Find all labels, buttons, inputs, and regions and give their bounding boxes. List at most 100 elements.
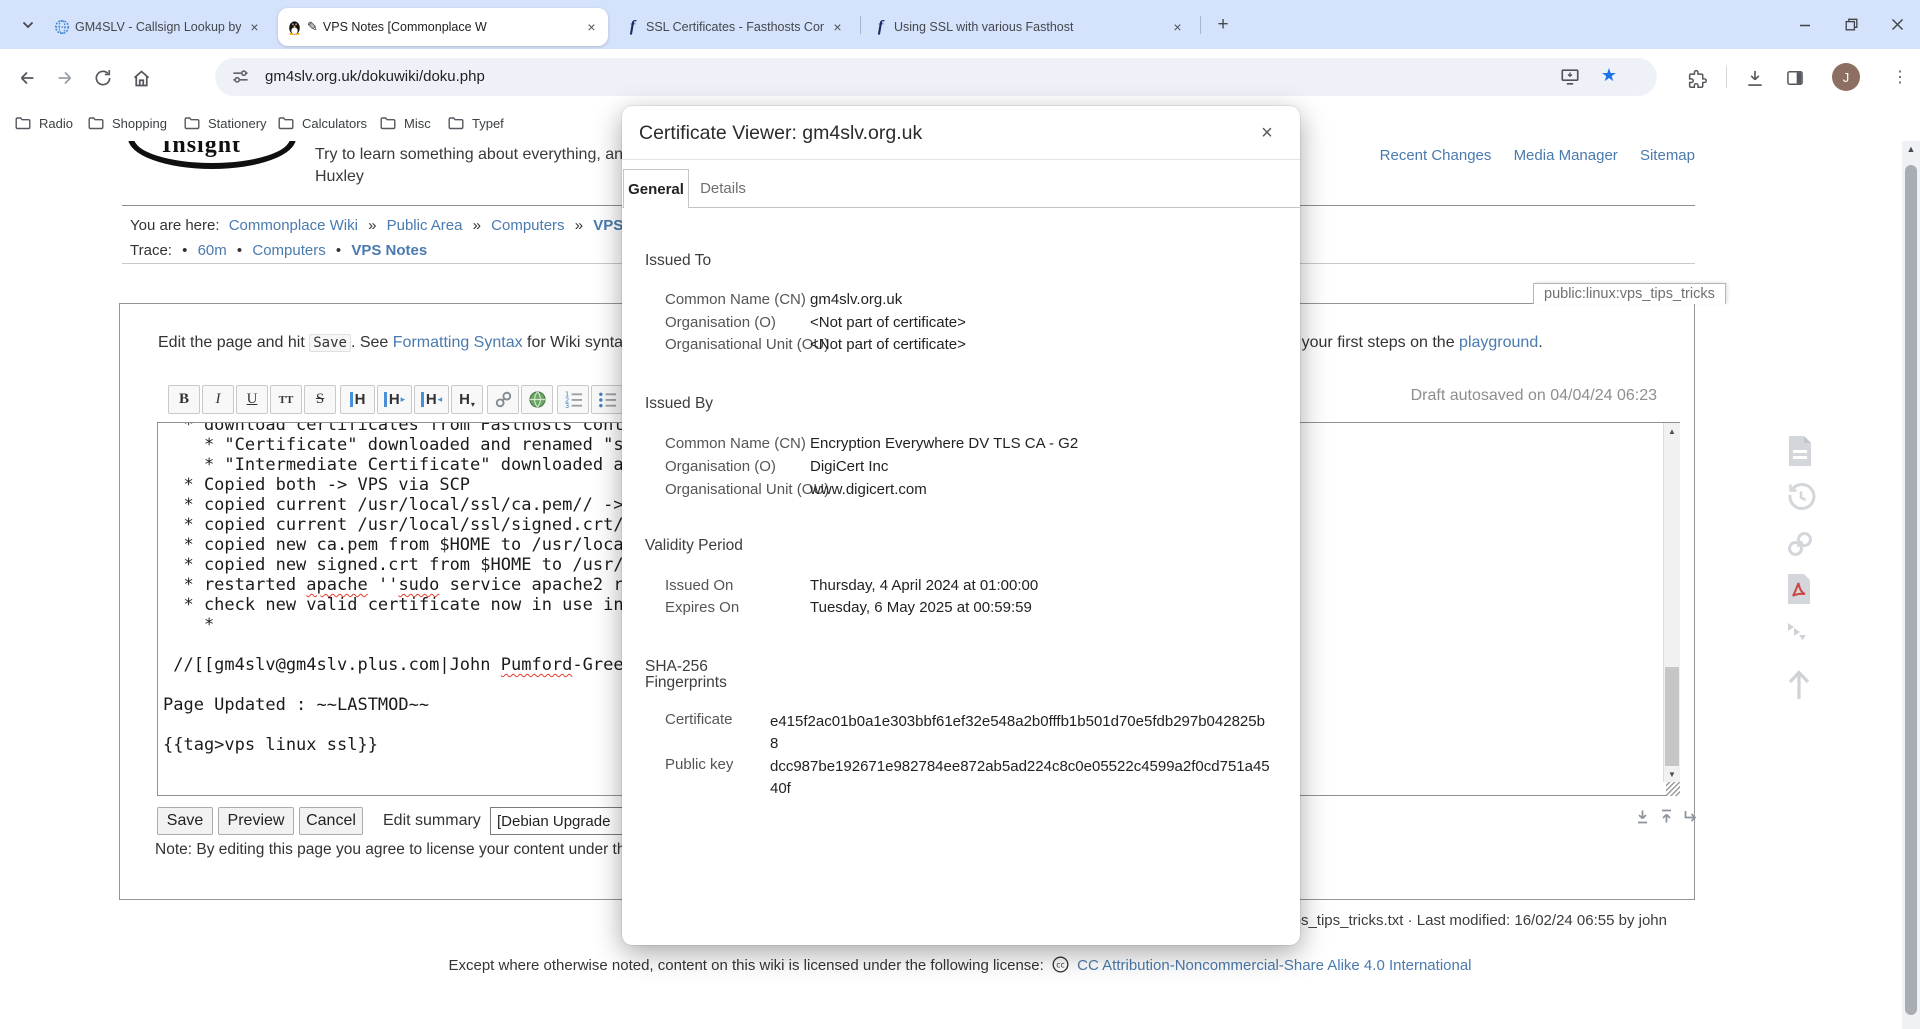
- tab-close-icon[interactable]: ×: [583, 19, 600, 36]
- trace-link[interactable]: 60m: [198, 242, 227, 259]
- headline-same-button[interactable]: H: [340, 385, 375, 414]
- dialog-close-icon[interactable]: ×: [1254, 120, 1280, 146]
- headline-lower-button[interactable]: H▸: [377, 385, 412, 414]
- cc-license-link[interactable]: CC Attribution-Noncommercial-Share Alike…: [1077, 957, 1471, 974]
- internal-link-button[interactable]: [487, 385, 519, 414]
- side-panel-icon[interactable]: [1780, 63, 1810, 93]
- folder-icon: [448, 116, 464, 130]
- home-button[interactable]: [126, 63, 156, 93]
- url-text[interactable]: gm4slv.org.uk/dokuwiki/doku.php: [265, 58, 485, 96]
- close-window-button[interactable]: [1874, 0, 1920, 49]
- breadcrumb-link[interactable]: Public Area: [387, 217, 463, 234]
- backlinks-icon[interactable]: [1786, 530, 1814, 563]
- trace-link[interactable]: Computers: [252, 242, 325, 259]
- tab-general[interactable]: General: [623, 169, 689, 208]
- cert-field-label: Organisation (O): [665, 458, 776, 475]
- bookmark-folder-calculators[interactable]: Calculators: [278, 112, 367, 134]
- trace-current[interactable]: VPS Notes: [351, 242, 427, 259]
- back-to-top-icon[interactable]: [1786, 668, 1812, 707]
- recent-changes-link[interactable]: Recent Changes: [1380, 147, 1492, 164]
- folder-icon: [380, 116, 396, 130]
- install-app-icon[interactable]: [1559, 67, 1581, 92]
- back-to-page-icon[interactable]: [1682, 808, 1702, 828]
- profile-avatar[interactable]: J: [1832, 63, 1860, 91]
- bookmark-folder-misc[interactable]: Misc: [380, 112, 431, 134]
- underline-button[interactable]: U: [236, 385, 268, 414]
- cert-field-value: dcc987be192671e982784ee872ab5ad224c8c0e0…: [770, 756, 1270, 800]
- tab-using-ssl[interactable]: f Using SSL with various Fasthost ×: [864, 8, 1194, 46]
- address-bar[interactable]: gm4slv.org.uk/dokuwiki/doku.php ★: [215, 58, 1657, 96]
- tab-strip: GM4SLV - Callsign Lookup by Q × ✎ VPS No…: [0, 0, 1920, 49]
- tab-title: SSL Certificates - Fasthosts Con: [646, 20, 824, 34]
- restore-button[interactable]: [1828, 0, 1874, 49]
- jump-to-top-icon[interactable]: [1658, 808, 1678, 828]
- monospace-button[interactable]: TT: [270, 385, 302, 414]
- new-tab-button[interactable]: +: [1210, 12, 1236, 38]
- tab-close-icon[interactable]: ×: [829, 19, 846, 36]
- toolbar-divider: [1726, 66, 1727, 88]
- bookmark-star-icon[interactable]: ★: [1601, 65, 1617, 86]
- scroll-down-icon[interactable]: ▼: [1664, 766, 1680, 782]
- browser-menu-kebab-icon[interactable]: ⋮: [1888, 63, 1912, 91]
- bookmark-label: Radio: [39, 116, 73, 131]
- preview-button[interactable]: Preview: [218, 807, 294, 835]
- headline-select-button[interactable]: H▾: [451, 385, 483, 414]
- dialog-title-divider: [622, 159, 1300, 160]
- cert-row: Public key dcc987be192671e982784ee872ab5…: [622, 756, 1300, 778]
- old-revisions-icon[interactable]: [1786, 482, 1816, 517]
- forward-button[interactable]: [50, 63, 80, 93]
- site-controls-icon[interactable]: [231, 67, 250, 91]
- cert-field-label: Organisational Unit (OU): [665, 481, 829, 498]
- show-page-icon[interactable]: [1786, 435, 1814, 472]
- bookmark-label: Misc: [404, 116, 431, 131]
- sitemap-link[interactable]: Sitemap: [1640, 147, 1695, 164]
- fasthosts-favicon-icon: f: [624, 19, 641, 36]
- scroll-up-icon[interactable]: ▲: [1664, 423, 1680, 439]
- tab-details[interactable]: Details: [692, 169, 754, 207]
- reload-button[interactable]: [88, 63, 118, 93]
- breadcrumb-link[interactable]: Commonplace Wiki: [229, 217, 358, 234]
- scrollbar-up-icon[interactable]: ▲: [1902, 144, 1920, 154]
- cert-row: Expires On Tuesday, 6 May 2025 at 00:59:…: [622, 599, 1300, 621]
- unordered-list-button[interactable]: [591, 385, 623, 414]
- textarea-resize-grip[interactable]: [1666, 782, 1680, 796]
- tab-gm4slv-callsign[interactable]: GM4SLV - Callsign Lookup by Q ×: [45, 8, 271, 46]
- back-button[interactable]: [12, 63, 42, 93]
- scrollbar-thumb[interactable]: [1905, 165, 1917, 1015]
- breadcrumb-link[interactable]: Computers: [491, 217, 564, 234]
- cert-field-label: Organisational Unit (OU): [665, 336, 829, 353]
- fasthosts-favicon-icon: f: [872, 19, 889, 36]
- formatting-syntax-link[interactable]: Formatting Syntax: [393, 334, 523, 351]
- bold-button[interactable]: B: [168, 385, 200, 414]
- tab-search-chevron-icon[interactable]: [14, 11, 42, 39]
- editor-scroll-thumb[interactable]: [1665, 667, 1679, 770]
- tab-vps-notes[interactable]: ✎ VPS Notes [Commonplace W ×: [278, 8, 608, 46]
- fold-unfold-icon[interactable]: [1786, 620, 1808, 647]
- bookmark-label: Typef: [472, 116, 510, 131]
- save-button[interactable]: Save: [157, 807, 213, 835]
- bookmark-folder-type[interactable]: Typef: [448, 112, 510, 134]
- extensions-puzzle-icon[interactable]: [1682, 63, 1712, 93]
- tab-close-icon[interactable]: ×: [1169, 19, 1186, 36]
- browser-scrollbar[interactable]: ▲: [1902, 141, 1920, 1029]
- cancel-button[interactable]: Cancel: [299, 807, 363, 835]
- ordered-list-button[interactable]: 123: [557, 385, 589, 414]
- cert-field-label: Common Name (CN): [665, 435, 806, 452]
- tab-ssl-certificates[interactable]: f SSL Certificates - Fasthosts Con ×: [616, 8, 854, 46]
- playground-link[interactable]: playground: [1459, 334, 1538, 351]
- export-pdf-icon[interactable]: [1786, 573, 1812, 610]
- bookmark-folder-radio[interactable]: Radio: [15, 112, 73, 134]
- headline-higher-button[interactable]: H◂: [414, 385, 449, 414]
- italic-button[interactable]: I: [202, 385, 234, 414]
- tab-close-icon[interactable]: ×: [246, 19, 263, 36]
- window-controls: [1782, 0, 1920, 49]
- jump-to-bottom-icon[interactable]: [1634, 808, 1654, 828]
- external-link-button[interactable]: [521, 385, 553, 414]
- bookmark-folder-shopping[interactable]: Shopping: [88, 112, 167, 134]
- media-manager-link[interactable]: Media Manager: [1514, 147, 1618, 164]
- minimize-button[interactable]: [1782, 0, 1828, 49]
- editor-scrollbar[interactable]: ▲ ▼: [1663, 423, 1680, 782]
- strikethrough-button[interactable]: S: [304, 385, 336, 414]
- bookmark-folder-stationery[interactable]: Stationery: [184, 112, 267, 134]
- downloads-icon[interactable]: [1740, 63, 1770, 93]
